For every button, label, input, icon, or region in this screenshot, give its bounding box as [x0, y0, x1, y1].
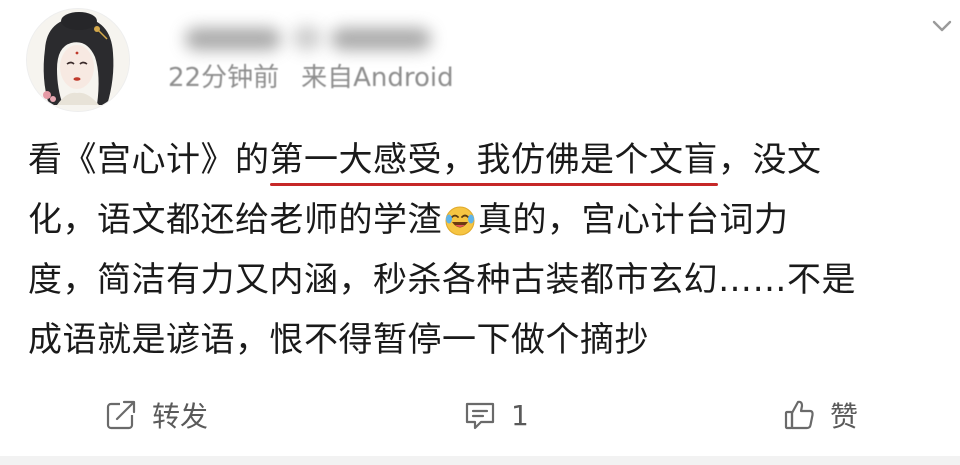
content-text: 看《宫心计》的 — [28, 140, 270, 180]
post-timestamp: 22分钟前 — [168, 63, 280, 93]
weibo-post-card: 22分钟前 来自Android 看《宫心计》的第一大感受，我仿佛是个文盲，没文 化… — [0, 0, 960, 465]
divider — [0, 456, 960, 465]
like-button[interactable]: 赞 — [782, 380, 858, 450]
repost-label: 转发 — [152, 400, 209, 433]
post-source[interactable]: 来自Android — [301, 58, 454, 98]
comment-count: 1 — [511, 398, 529, 432]
username-blurred[interactable] — [185, 22, 435, 56]
repost-button[interactable]: 转发 — [104, 380, 208, 450]
underlined-text: 第一大感受，我仿佛是个文盲 — [269, 130, 719, 190]
content-text: ，没文 — [718, 140, 822, 180]
comment-icon — [463, 398, 497, 432]
content-line: 成语就是谚语，恨不得暂停一下做个摘抄 — [28, 320, 649, 360]
post-action-bar: 转发 1 赞 — [0, 380, 960, 450]
content-line: 看《宫心计》的第一大感受，我仿佛是个文盲，没文 — [28, 130, 948, 190]
repost-icon — [104, 398, 138, 432]
comment-button[interactable]: 1 — [463, 380, 529, 450]
content-text: 真的，宫心计台词力 — [478, 200, 789, 240]
content-line: 度，简洁有力又内涵，秒杀各种古装都市玄幻……不是 — [28, 260, 856, 300]
content-text: 化，语文都还给老师的学渣 — [28, 200, 442, 240]
like-label: 赞 — [830, 400, 859, 433]
thumbs-up-icon — [782, 398, 816, 432]
avatar[interactable] — [26, 8, 130, 112]
laughing-crying-emoji-icon — [444, 196, 476, 236]
content-line: 化，语文都还给老师的学渣 真的，宫心计台词力 — [28, 190, 948, 250]
post-meta: 22分钟前 来自Android — [168, 58, 454, 98]
chevron-down-icon[interactable] — [930, 14, 954, 38]
post-content: 看《宫心计》的第一大感受，我仿佛是个文盲，没文 化，语文都还给老师的学渣 真的，… — [28, 130, 948, 370]
avatar-illustration — [27, 9, 129, 111]
